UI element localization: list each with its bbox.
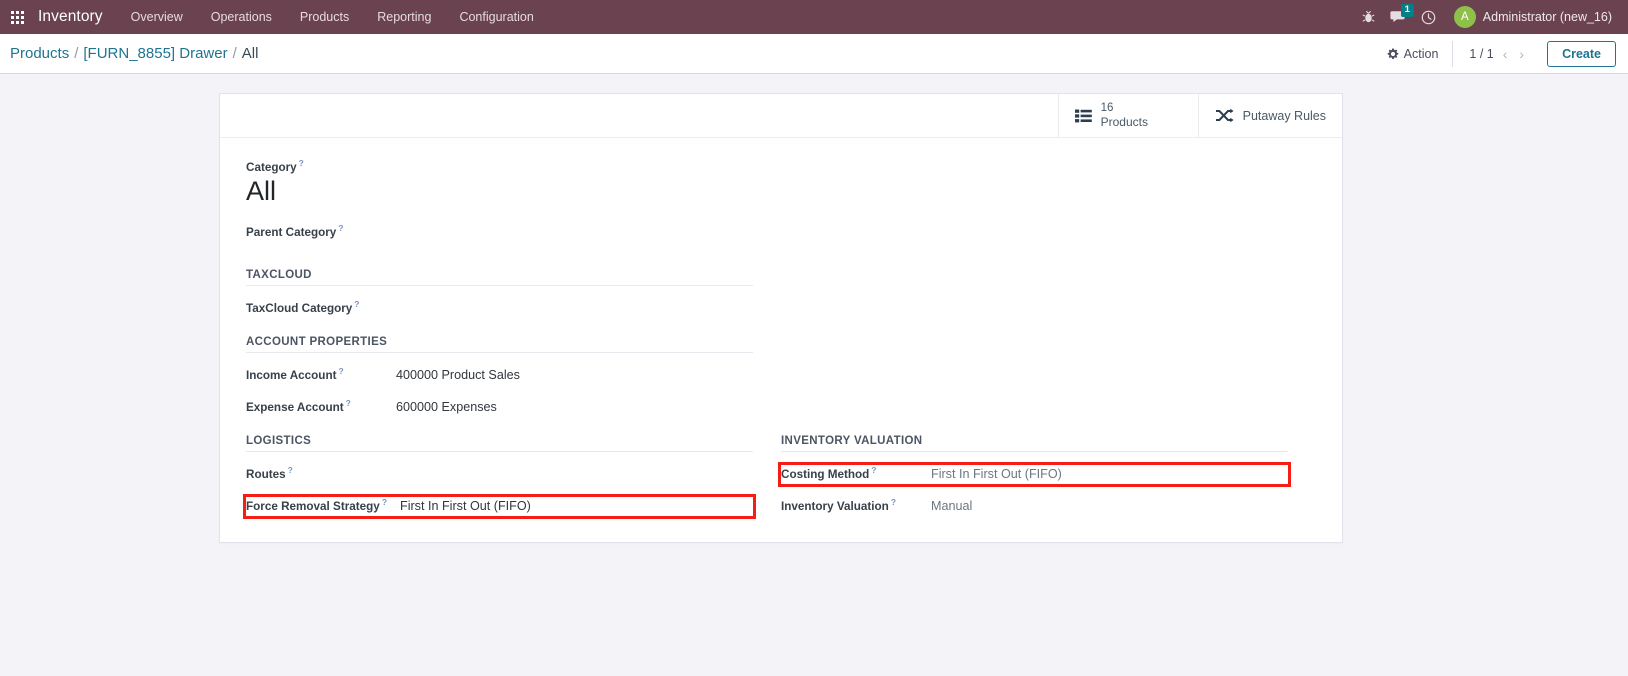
field-category-label-text: Category xyxy=(246,160,297,174)
field-expense-account-label: Expense Account? xyxy=(246,398,394,414)
field-force-removal-strategy-label-text: Force Removal Strategy xyxy=(246,499,380,513)
help-icon[interactable]: ? xyxy=(354,299,359,309)
top-navbar: Inventory Overview Operations Products R… xyxy=(0,0,1628,34)
app-brand-inventory[interactable]: Inventory xyxy=(34,8,117,26)
form-sheet: 16 Products Putaway Rules Category ? All… xyxy=(219,93,1343,543)
help-icon[interactable]: ? xyxy=(288,465,293,475)
pager-count: 1 / 1 xyxy=(1469,46,1494,61)
stat-putaway-label: Putaway Rules xyxy=(1242,108,1326,123)
help-icon[interactable]: ? xyxy=(346,398,351,408)
stat-products-count: 16 xyxy=(1100,102,1114,114)
field-category: Category? All xyxy=(246,158,1316,209)
field-inventory-valuation-label: Inventory Valuation? xyxy=(781,497,929,513)
section-title-taxcloud: TAXCLOUD xyxy=(246,269,753,286)
field-taxcloud-category-label-text: TaxCloud Category xyxy=(246,301,353,315)
field-parent-category-label: Parent Category? xyxy=(246,223,344,239)
record-pager: 1 / 1 ‹ › xyxy=(1452,40,1537,67)
field-category-value[interactable]: All xyxy=(246,173,1316,209)
group-inventory-valuation: INVENTORY VALUATION Costing Method? Firs… xyxy=(778,417,1316,516)
group-logistics-valuation: LOGISTICS Routes? Force Removal Strategy… xyxy=(243,417,1316,519)
section-title-inventory-valuation: INVENTORY VALUATION xyxy=(781,435,1288,452)
breadcrumb-item-products[interactable]: Products xyxy=(10,45,69,62)
field-inventory-valuation-value: Manual xyxy=(931,498,973,513)
list-icon xyxy=(1074,109,1092,123)
avatar: A xyxy=(1453,6,1476,28)
breadcrumb: Products / [FURN_8855] Drawer / All xyxy=(10,45,258,62)
field-routes-label: Routes? xyxy=(246,465,398,481)
field-income-account-value[interactable]: 400000 Product Sales xyxy=(394,368,520,382)
breadcrumb-item-all: All xyxy=(241,45,259,62)
field-taxcloud-category-label: TaxCloud Category? xyxy=(246,299,394,315)
section-title-account-properties: ACCOUNT PROPERTIES xyxy=(246,336,753,353)
field-taxcloud-category: TaxCloud Category? xyxy=(246,299,753,318)
control-panel: Products / [FURN_8855] Drawer / All Acti… xyxy=(0,34,1628,74)
field-income-account: Income Account? 400000 Product Sales xyxy=(246,366,753,385)
field-force-removal-strategy: Force Removal Strategy? First In First O… xyxy=(243,493,756,519)
breadcrumb-item-drawer[interactable]: [FURN_8855] Drawer xyxy=(83,45,227,62)
stat-button-products[interactable]: 16 Products xyxy=(1057,94,1198,137)
chevron-left-icon[interactable]: ‹ xyxy=(1500,47,1511,61)
user-name-label: Administrator (new_16) xyxy=(1482,10,1612,24)
menu-item-products[interactable]: Products xyxy=(286,0,363,34)
navbar-systray: 1 A Administrator (new_16) xyxy=(1354,0,1616,34)
main-menu: Overview Operations Products Reporting C… xyxy=(117,0,548,34)
messages-badge: 1 xyxy=(1400,4,1414,17)
field-expense-account: Expense Account? 600000 Expenses xyxy=(246,398,753,417)
menu-item-configuration[interactable]: Configuration xyxy=(445,0,547,34)
menu-item-reporting[interactable]: Reporting xyxy=(363,0,445,34)
group-account-properties: ACCOUNT PROPERTIES Income Account? 40000… xyxy=(246,318,1316,417)
stat-products-label: Products xyxy=(1100,115,1148,129)
action-button[interactable]: Action xyxy=(1373,41,1453,67)
group-account-properties-spacer xyxy=(781,318,1316,417)
menu-item-overview[interactable]: Overview xyxy=(117,0,197,34)
field-routes-label-text: Routes xyxy=(246,467,286,481)
field-costing-method: Costing Method? First In First Out (FIFO… xyxy=(778,461,1291,487)
field-income-account-label: Income Account? xyxy=(246,366,394,382)
stat-button-bar: 16 Products Putaway Rules xyxy=(220,94,1342,138)
menu-item-operations[interactable]: Operations xyxy=(197,0,286,34)
help-icon[interactable]: ? xyxy=(871,465,876,475)
chevron-right-icon[interactable]: › xyxy=(1516,47,1527,61)
field-parent-category-label-text: Parent Category xyxy=(246,225,337,239)
action-button-label: Action xyxy=(1403,46,1439,61)
field-expense-account-label-text: Expense Account xyxy=(246,400,344,414)
help-icon[interactable]: ? xyxy=(338,223,343,233)
help-icon[interactable]: ? xyxy=(299,158,304,168)
form-body: Category? All Parent Category? TAXCLOUD … xyxy=(220,138,1342,542)
user-menu[interactable]: A Administrator (new_16) xyxy=(1444,0,1616,34)
gear-icon xyxy=(1387,48,1398,59)
field-costing-method-label-text: Costing Method xyxy=(781,467,870,481)
group-logistics: LOGISTICS Routes? Force Removal Strategy… xyxy=(243,417,781,519)
create-button[interactable]: Create xyxy=(1547,40,1616,67)
breadcrumb-separator: / xyxy=(232,45,237,62)
field-expense-account-value[interactable]: 600000 Expenses xyxy=(394,400,497,414)
breadcrumb-separator: / xyxy=(74,45,79,62)
field-force-removal-strategy-label: Force Removal Strategy? xyxy=(246,497,398,513)
control-panel-actions: Action 1 / 1 ‹ › Create xyxy=(1373,34,1616,74)
group-taxcloud-column: TAXCLOUD TaxCloud Category? xyxy=(246,251,781,318)
help-icon[interactable]: ? xyxy=(891,497,896,507)
field-routes: Routes? xyxy=(246,465,753,484)
field-income-account-label-text: Income Account xyxy=(246,368,337,382)
field-force-removal-strategy-value[interactable]: First In First Out (FIFO) xyxy=(398,499,531,513)
section-title-logistics: LOGISTICS xyxy=(246,435,753,452)
group-taxcloud-spacer xyxy=(781,251,1316,318)
activity-clock-icon[interactable] xyxy=(1414,0,1444,34)
field-category-label: Category? xyxy=(246,158,1316,174)
messages-icon[interactable]: 1 xyxy=(1384,0,1414,34)
stat-button-putaway-rules[interactable]: Putaway Rules xyxy=(1197,94,1342,137)
field-costing-method-value: First In First Out (FIFO) xyxy=(931,466,1062,481)
shuffle-icon xyxy=(1215,108,1234,123)
help-icon[interactable]: ? xyxy=(382,497,387,507)
apps-menu-icon[interactable] xyxy=(0,0,34,34)
field-costing-method-label: Costing Method? xyxy=(781,465,929,481)
page-body: 16 Products Putaway Rules Category ? All… xyxy=(0,74,1628,676)
bug-icon[interactable] xyxy=(1354,0,1384,34)
group-account-properties-column: ACCOUNT PROPERTIES Income Account? 40000… xyxy=(246,318,781,417)
field-inventory-valuation-label-text: Inventory Valuation xyxy=(781,499,889,513)
field-inventory-valuation: Inventory Valuation? Manual xyxy=(781,497,1288,516)
group-taxcloud: TAXCLOUD TaxCloud Category? xyxy=(246,251,1316,318)
help-icon[interactable]: ? xyxy=(338,366,343,376)
field-parent-category: Parent Category? xyxy=(246,223,1316,241)
